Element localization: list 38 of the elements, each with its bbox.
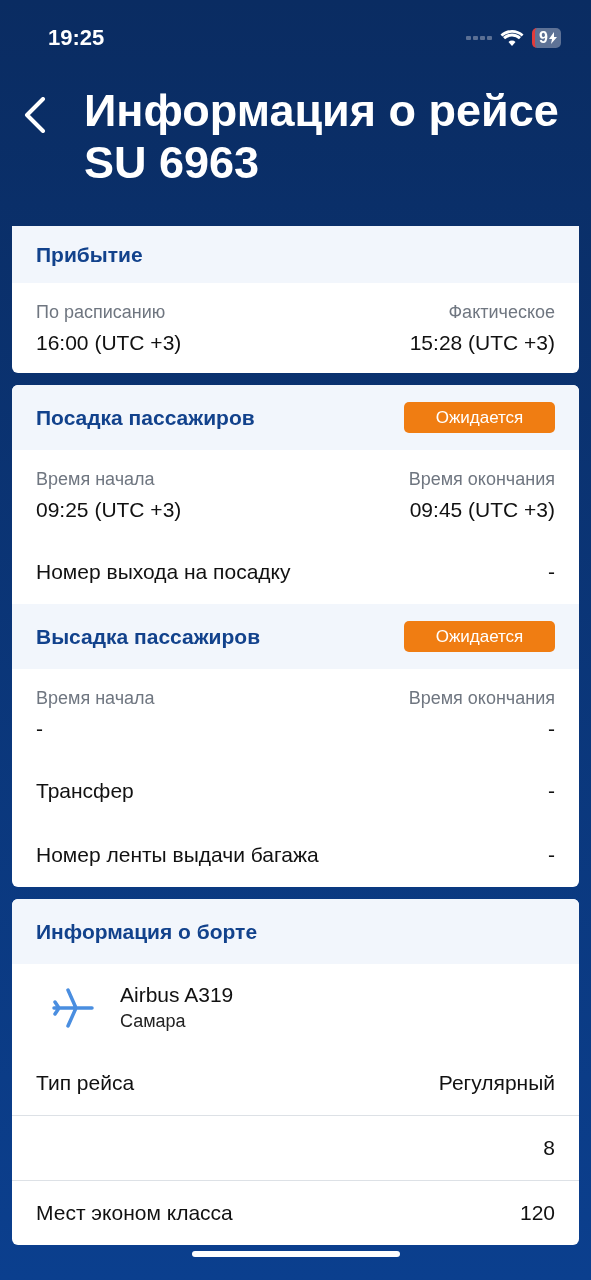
back-icon[interactable] xyxy=(24,97,46,133)
field-label: По расписанию xyxy=(36,301,167,323)
field-label: Время окончания xyxy=(408,687,555,709)
field-value: - xyxy=(548,779,555,803)
page-title: Информация о рейсе SU 6963 xyxy=(84,85,560,189)
status-badge: Ожидается xyxy=(404,621,555,652)
section-title: Посадка пассажиров xyxy=(36,405,255,430)
field-label: Трансфер xyxy=(36,779,134,803)
field-value: - xyxy=(548,560,555,584)
field-label: Номер выхода на посадку xyxy=(36,560,291,584)
aircraft-model: Airbus A319 xyxy=(120,983,234,1007)
wifi-icon xyxy=(500,28,525,47)
aircraft-city: Самара xyxy=(120,1011,187,1032)
field-value: - xyxy=(548,843,555,867)
field-value: 16:00 (UTC +3) xyxy=(36,330,182,355)
airplane-icon xyxy=(52,987,94,1028)
field-label: Время начала xyxy=(36,468,156,490)
status-badge: Ожидается xyxy=(404,402,555,433)
field-label: Фактическое xyxy=(448,301,555,323)
field-value: Регулярный xyxy=(438,1071,555,1095)
field-label: Время окончания xyxy=(408,468,555,490)
field-value: - xyxy=(548,716,555,741)
field-label: Тип рейса xyxy=(36,1071,135,1095)
section-title: Высадка пассажиров xyxy=(36,624,261,649)
status-time: 19:25 xyxy=(48,24,105,51)
field-label: Номер ленты выдачи багажа xyxy=(36,843,319,867)
field-label: Время начала xyxy=(36,687,155,709)
field-value: 09:45 (UTC +3) xyxy=(409,497,555,522)
field-value: - xyxy=(36,716,44,741)
field-value: 15:28 (UTC +3) xyxy=(409,330,555,355)
field-value: 120 xyxy=(519,1201,555,1225)
field-value: 8 xyxy=(543,1136,555,1160)
signal-icon xyxy=(466,34,493,41)
section-title: Прибытие xyxy=(36,242,143,267)
battery-indicator: 9 xyxy=(532,27,561,48)
section-title: Информация о борте xyxy=(36,919,258,944)
field-label: Мест эконом класса xyxy=(36,1201,233,1225)
field-value: 09:25 (UTC +3) xyxy=(36,497,182,522)
